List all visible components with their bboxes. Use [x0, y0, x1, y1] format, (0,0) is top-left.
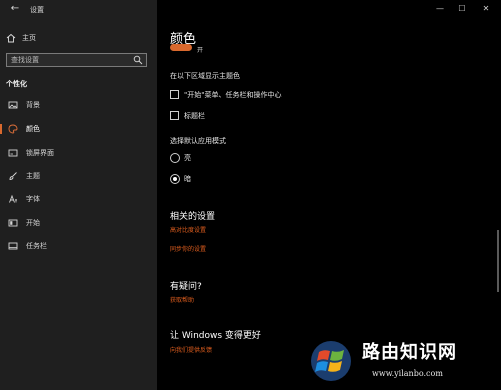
sidebar-item-label: 开始 — [26, 219, 40, 227]
sidebar-item-label: 颜色 — [26, 125, 40, 133]
back-button[interactable]: ← — [8, 2, 22, 16]
sidebar-item-label: 锁屏界面 — [26, 149, 54, 157]
maximize-button[interactable]: ☐ — [455, 3, 469, 15]
windows-logo-icon — [311, 341, 351, 381]
close-button[interactable]: ✕ — [479, 3, 493, 15]
font-icon — [9, 194, 17, 203]
picture-icon — [8, 101, 18, 109]
checkbox-label: "开始"菜单、任务栏和操作中心 — [184, 91, 282, 99]
sidebar-item-start[interactable]: 开始 — [0, 215, 157, 231]
radio-label: 暗 — [184, 175, 191, 183]
get-help-link[interactable]: 获取帮助 — [170, 295, 194, 304]
sidebar-item-label: 任务栏 — [26, 242, 47, 250]
toggle-label: 开 — [197, 47, 204, 54]
sidebar-item-taskbar[interactable]: 任务栏 — [0, 238, 157, 254]
watermark-title: 路由知识网 — [362, 342, 457, 363]
related-settings-heading: 相关的设置 — [170, 212, 216, 222]
sidebar-item-label: 字体 — [26, 195, 40, 203]
radio-label: 亮 — [184, 154, 191, 162]
window-title: 设置 — [30, 6, 44, 14]
sync-settings-link[interactable]: 同步你的设置 — [170, 244, 206, 253]
high-contrast-link[interactable]: 高对比度设置 — [170, 225, 206, 234]
minimize-button[interactable]: — — [433, 3, 447, 15]
light-mode-radio[interactable] — [170, 153, 180, 163]
checkbox-label: 标题栏 — [184, 112, 205, 120]
title-bar-checkbox[interactable] — [170, 111, 179, 120]
brush-icon — [9, 172, 17, 180]
sidebar-item-label: 背景 — [26, 101, 40, 109]
transparency-toggle[interactable] — [170, 44, 192, 51]
feedback-link[interactable]: 向我们提供反馈 — [170, 345, 212, 354]
mode-label: 选择默认应用模式 — [170, 137, 226, 145]
taskbar-icon — [8, 242, 18, 250]
watermark-url: www.yilanbo.com — [372, 369, 443, 378]
sidebar-item-background[interactable]: 背景 — [0, 97, 157, 113]
scrollbar[interactable] — [497, 230, 499, 292]
surfaces-label: 在以下区域显示主题色 — [170, 72, 240, 80]
sidebar-item-label: 主题 — [26, 172, 40, 180]
start-icon — [8, 219, 18, 227]
dark-mode-radio[interactable] — [170, 174, 180, 184]
sidebar: ← 设置 主页 个性化 背景 颜色 锁屏界 — [0, 0, 157, 390]
search-box[interactable] — [6, 53, 147, 67]
home-icon — [6, 33, 16, 43]
section-title: 个性化 — [6, 80, 27, 88]
sidebar-item-themes[interactable]: 主题 — [0, 168, 157, 184]
active-indicator — [0, 124, 2, 134]
sidebar-item-colors[interactable]: 颜色 — [0, 121, 157, 137]
home-nav[interactable]: 主页 — [6, 32, 36, 44]
watermark: 路由知识网 www.yilanbo.com — [300, 332, 501, 390]
home-label: 主页 — [22, 34, 36, 42]
question-heading: 有疑问? — [170, 282, 202, 292]
improve-windows-heading: 让 Windows 变得更好 — [170, 331, 261, 341]
sidebar-item-lock-screen[interactable]: 锁屏界面 — [0, 145, 157, 161]
search-icon[interactable] — [133, 55, 143, 65]
start-taskbar-checkbox[interactable] — [170, 90, 179, 99]
search-input[interactable] — [11, 54, 131, 66]
palette-icon — [8, 124, 18, 134]
sidebar-item-fonts[interactable]: 字体 — [0, 191, 157, 207]
lock-screen-icon — [8, 149, 18, 157]
